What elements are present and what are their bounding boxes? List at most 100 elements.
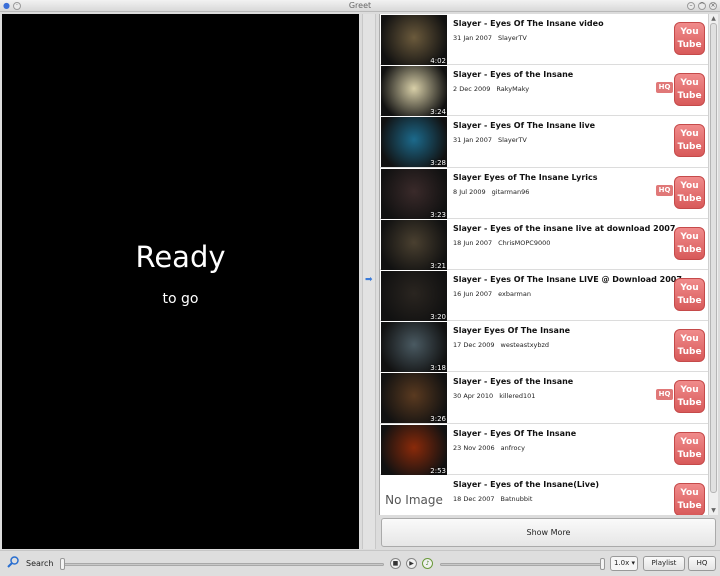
close-icon[interactable]: × xyxy=(709,2,717,10)
youtube-badge-line1: You xyxy=(680,385,699,396)
video-date: 8 Jul 2009 xyxy=(453,187,486,196)
video-title[interactable]: Slayer - Eyes Of The Insane LIVE @ Downl… xyxy=(453,275,682,284)
play-icon[interactable]: ▶ xyxy=(406,558,417,569)
result-row[interactable]: 3:26 Slayer - Eyes of the Insane 30 Apr 20… xyxy=(380,372,708,424)
video-thumbnail[interactable]: 2:53 xyxy=(381,424,447,475)
video-date: 18 Dec 2007 xyxy=(453,494,495,503)
result-row[interactable]: 3:21 Slayer - Eyes of the insane live at … xyxy=(380,219,708,270)
youtube-icon[interactable]: You Tube xyxy=(674,73,705,107)
video-date: 30 Apr 2010 xyxy=(453,392,494,401)
video-title[interactable]: Slayer - Eyes of the Insane xyxy=(453,377,573,386)
result-row[interactable]: 3:18 Slayer Eyes Of The Insane 17 Dec 2009… xyxy=(380,321,708,373)
duration: 3:18 xyxy=(430,364,446,373)
minimize-icon[interactable]: – xyxy=(687,2,695,10)
video-thumbnail[interactable]: 4:02 xyxy=(381,15,447,65)
result-row[interactable]: No Image Slayer - Eyes of the Insane(Live… xyxy=(380,475,708,515)
youtube-badge-line1: You xyxy=(680,78,699,89)
stop-icon[interactable]: ■ xyxy=(390,558,401,569)
video-title[interactable]: Slayer - Eyes Of The Insane live xyxy=(453,121,595,130)
youtube-badge-line2: Tube xyxy=(677,91,702,102)
youtube-icon[interactable]: You Tube xyxy=(674,380,705,414)
youtube-badge-line1: You xyxy=(680,231,699,242)
video-thumbnail[interactable]: 3:23 xyxy=(381,168,447,219)
volume-handle[interactable] xyxy=(600,558,605,570)
result-row[interactable]: 4:02 Slayer - Eyes Of The Insane video 31 … xyxy=(380,14,708,66)
duration: 4:02 xyxy=(430,57,446,65)
video-title[interactable]: Slayer - Eyes Of The Insane xyxy=(453,429,576,438)
result-row[interactable]: 3:28 Slayer - Eyes Of The Insane live 31 J… xyxy=(380,116,708,168)
video-meta: 18 Dec 2007 Batnubbit xyxy=(453,495,532,503)
video-title[interactable]: Slayer Eyes of The Insane Lyrics xyxy=(453,173,598,182)
video-author[interactable]: exbarman xyxy=(498,290,531,298)
scroll-down-icon[interactable]: ▼ xyxy=(710,507,717,514)
hq-badge: HQ xyxy=(656,184,673,196)
video-title[interactable]: Slayer - Eyes of the Insane(Live) xyxy=(453,480,599,489)
video-author[interactable]: Batnubbit xyxy=(501,495,533,503)
video-meta: 18 Jun 2007 ChrisMOPC9000 xyxy=(453,239,550,247)
seek-handle[interactable] xyxy=(60,558,65,570)
youtube-icon[interactable]: You Tube xyxy=(674,175,705,209)
video-author[interactable]: SlayerTV xyxy=(498,34,527,42)
video-thumbnail[interactable]: 3:18 xyxy=(381,322,447,373)
video-author[interactable]: RakyMaky xyxy=(496,85,529,93)
youtube-badge-line2: Tube xyxy=(677,244,702,255)
video-thumbnail[interactable]: 3:26 xyxy=(381,373,447,424)
video-author[interactable]: killered101 xyxy=(499,392,535,400)
video-meta: 31 Jan 2007 SlayerTV xyxy=(453,136,527,144)
video-author[interactable]: anfrocy xyxy=(501,444,525,452)
youtube-badge-line2: Tube xyxy=(677,449,702,460)
result-row[interactable]: 3:20 Slayer - Eyes Of The Insane LIVE @ D… xyxy=(380,270,708,322)
video-author[interactable]: westeastxybzd xyxy=(501,341,550,349)
video-thumbnail[interactable]: No Image xyxy=(381,475,447,515)
youtube-icon[interactable]: You Tube xyxy=(674,431,705,465)
window-title: Greet xyxy=(348,1,372,10)
duration: 3:20 xyxy=(430,312,446,321)
youtube-badge-line2: Tube xyxy=(677,40,702,50)
panel-splitter[interactable]: ➡ xyxy=(362,14,376,549)
player-status-sub: to go xyxy=(162,291,199,307)
video-author[interactable]: ChrisMOPC9000 xyxy=(498,239,550,247)
title-bar: ● · Greet – ^ × xyxy=(0,0,720,12)
youtube-badge-line1: You xyxy=(680,180,699,191)
results-scrollbar[interactable]: ▲ ▼ xyxy=(708,14,718,515)
volume-icon[interactable]: ♪ xyxy=(422,558,433,569)
duration: 3:28 xyxy=(430,159,446,168)
video-thumbnail[interactable]: 3:28 xyxy=(381,117,447,168)
youtube-icon[interactable]: You Tube xyxy=(674,226,705,260)
youtube-icon[interactable]: You Tube xyxy=(674,22,705,55)
video-thumbnail[interactable]: 3:21 xyxy=(381,219,447,270)
video-area[interactable]: Ready to go xyxy=(2,14,359,549)
video-title[interactable]: Slayer - Eyes Of The Insane video xyxy=(453,19,604,28)
video-thumbnail[interactable]: 3:24 xyxy=(381,66,447,117)
playlist-button[interactable]: Playlist xyxy=(643,556,685,571)
video-title[interactable]: Slayer - Eyes of the insane live at down… xyxy=(453,224,675,233)
youtube-icon[interactable]: You Tube xyxy=(674,124,705,158)
video-author[interactable]: gitarman96 xyxy=(492,188,530,196)
arrow-right-icon[interactable]: ➡ xyxy=(365,276,374,285)
youtube-icon[interactable]: You Tube xyxy=(674,329,705,363)
result-row[interactable]: 2:53 Slayer - Eyes Of The Insane 23 Nov 20… xyxy=(380,424,708,475)
result-row[interactable]: 3:23 Slayer Eyes of The Insane Lyrics 8 Ju… xyxy=(380,168,708,219)
no-image-label: No Image xyxy=(385,492,443,507)
seek-slider[interactable] xyxy=(62,563,384,566)
youtube-icon[interactable]: You Tube xyxy=(674,482,705,515)
scrollbar-thumb[interactable] xyxy=(710,23,717,493)
result-row[interactable]: 3:24 Slayer - Eyes of the Insane 2 Dec 200… xyxy=(380,65,708,117)
video-date: 18 Jun 2007 xyxy=(453,238,493,247)
scroll-up-icon[interactable]: ▲ xyxy=(710,15,717,22)
search-label[interactable]: Search xyxy=(26,559,53,568)
video-thumbnail[interactable]: 3:20 xyxy=(381,270,447,321)
volume-slider[interactable] xyxy=(440,563,602,566)
hq-badge: HQ xyxy=(656,389,673,401)
video-title[interactable]: Slayer Eyes Of The Insane xyxy=(453,326,570,335)
show-more-button[interactable]: Show More xyxy=(381,518,716,547)
video-author[interactable]: SlayerTV xyxy=(498,136,527,144)
duration: 3:26 xyxy=(430,415,446,424)
search-icon[interactable] xyxy=(7,556,19,568)
video-title[interactable]: Slayer - Eyes of the Insane xyxy=(453,70,573,79)
speed-select[interactable]: 1.0x ▾ xyxy=(610,556,638,571)
hq-button[interactable]: HQ xyxy=(688,556,716,571)
video-meta: 23 Nov 2006 anfrocy xyxy=(453,444,525,452)
maximize-icon[interactable]: ^ xyxy=(698,2,706,10)
youtube-icon[interactable]: You Tube xyxy=(674,277,705,311)
